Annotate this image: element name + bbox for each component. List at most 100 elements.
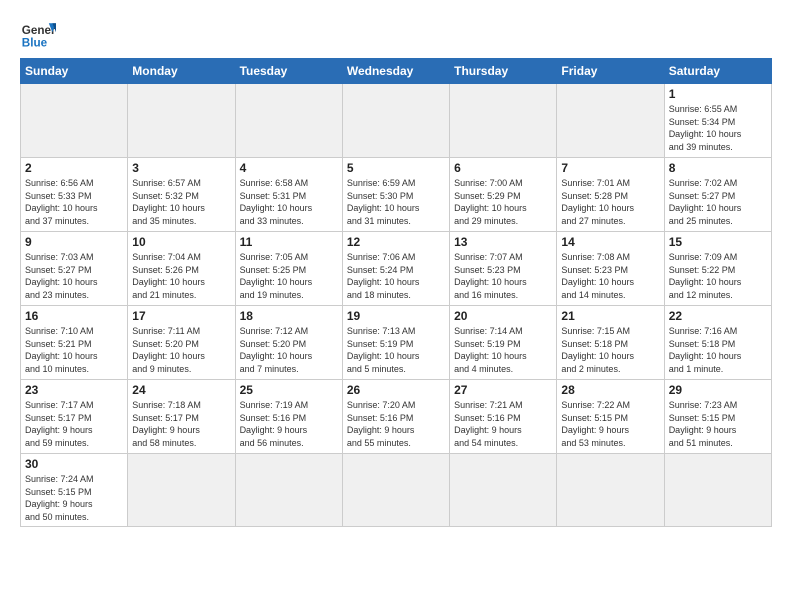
calendar-day-cell: 21Sunrise: 7:15 AM Sunset: 5:18 PM Dayli…	[557, 306, 664, 380]
day-info: Sunrise: 7:10 AM Sunset: 5:21 PM Dayligh…	[25, 325, 123, 375]
day-info: Sunrise: 7:03 AM Sunset: 5:27 PM Dayligh…	[25, 251, 123, 301]
calendar-day-cell: 28Sunrise: 7:22 AM Sunset: 5:15 PM Dayli…	[557, 380, 664, 454]
day-info: Sunrise: 7:09 AM Sunset: 5:22 PM Dayligh…	[669, 251, 767, 301]
day-info: Sunrise: 7:23 AM Sunset: 5:15 PM Dayligh…	[669, 399, 767, 449]
day-number: 19	[347, 309, 445, 323]
day-info: Sunrise: 7:07 AM Sunset: 5:23 PM Dayligh…	[454, 251, 552, 301]
calendar-day-cell: 6 Sunrise: 7:00 AM Sunset: 5:29 PM Daylig…	[450, 158, 557, 232]
calendar-week-row: 1 Sunrise: 6:55 AM Sunset: 5:34 PM Daylig…	[21, 84, 772, 158]
day-info: Sunrise: 7:19 AM Sunset: 5:16 PM Dayligh…	[240, 399, 338, 449]
weekday-header-row: SundayMondayTuesdayWednesdayThursdayFrid…	[21, 59, 772, 84]
calendar-week-row: 9 Sunrise: 7:03 AM Sunset: 5:27 PM Daylig…	[21, 232, 772, 306]
calendar-day-cell	[450, 454, 557, 527]
day-number: 13	[454, 235, 552, 249]
day-number: 2	[25, 161, 123, 175]
calendar-day-cell: 8Sunrise: 7:02 AM Sunset: 5:27 PM Daylig…	[664, 158, 771, 232]
calendar-day-cell: 25 Sunrise: 7:19 AM Sunset: 5:16 PM Dayli…	[235, 380, 342, 454]
calendar-day-cell	[557, 454, 664, 527]
day-info: Sunrise: 6:55 AM Sunset: 5:34 PM Dayligh…	[669, 103, 767, 153]
calendar-day-cell	[128, 454, 235, 527]
calendar-day-cell	[235, 454, 342, 527]
calendar-day-cell: 22 Sunrise: 7:16 AM Sunset: 5:18 PM Dayli…	[664, 306, 771, 380]
calendar-week-row: 30Sunrise: 7:24 AM Sunset: 5:15 PM Dayli…	[21, 454, 772, 527]
calendar-day-cell	[128, 84, 235, 158]
page: General Blue SundayMondayTuesdayWednesda…	[0, 0, 792, 537]
weekday-header-thursday: Thursday	[450, 59, 557, 84]
calendar-day-cell: 11Sunrise: 7:05 AM Sunset: 5:25 PM Dayli…	[235, 232, 342, 306]
weekday-header-sunday: Sunday	[21, 59, 128, 84]
weekday-header-tuesday: Tuesday	[235, 59, 342, 84]
weekday-header-wednesday: Wednesday	[342, 59, 449, 84]
calendar-day-cell: 24Sunrise: 7:18 AM Sunset: 5:17 PM Dayli…	[128, 380, 235, 454]
day-info: Sunrise: 7:00 AM Sunset: 5:29 PM Dayligh…	[454, 177, 552, 227]
weekday-header-friday: Friday	[557, 59, 664, 84]
day-number: 5	[347, 161, 445, 175]
weekday-header-monday: Monday	[128, 59, 235, 84]
day-info: Sunrise: 7:04 AM Sunset: 5:26 PM Dayligh…	[132, 251, 230, 301]
calendar-day-cell	[21, 84, 128, 158]
calendar-day-cell: 12 Sunrise: 7:06 AM Sunset: 5:24 PM Dayli…	[342, 232, 449, 306]
day-info: Sunrise: 7:05 AM Sunset: 5:25 PM Dayligh…	[240, 251, 338, 301]
day-number: 7	[561, 161, 659, 175]
day-info: Sunrise: 7:12 AM Sunset: 5:20 PM Dayligh…	[240, 325, 338, 375]
calendar-day-cell: 14 Sunrise: 7:08 AM Sunset: 5:23 PM Dayli…	[557, 232, 664, 306]
day-number: 9	[25, 235, 123, 249]
day-number: 20	[454, 309, 552, 323]
day-info: Sunrise: 7:01 AM Sunset: 5:28 PM Dayligh…	[561, 177, 659, 227]
calendar-day-cell: 18 Sunrise: 7:12 AM Sunset: 5:20 PM Dayli…	[235, 306, 342, 380]
calendar-day-cell: 29 Sunrise: 7:23 AM Sunset: 5:15 PM Dayli…	[664, 380, 771, 454]
day-number: 15	[669, 235, 767, 249]
calendar-day-cell	[664, 454, 771, 527]
day-number: 14	[561, 235, 659, 249]
calendar-day-cell: 23Sunrise: 7:17 AM Sunset: 5:17 PM Dayli…	[21, 380, 128, 454]
day-info: Sunrise: 7:21 AM Sunset: 5:16 PM Dayligh…	[454, 399, 552, 449]
day-number: 17	[132, 309, 230, 323]
day-number: 12	[347, 235, 445, 249]
day-info: Sunrise: 7:16 AM Sunset: 5:18 PM Dayligh…	[669, 325, 767, 375]
day-info: Sunrise: 7:18 AM Sunset: 5:17 PM Dayligh…	[132, 399, 230, 449]
day-info: Sunrise: 7:08 AM Sunset: 5:23 PM Dayligh…	[561, 251, 659, 301]
day-info: Sunrise: 6:59 AM Sunset: 5:30 PM Dayligh…	[347, 177, 445, 227]
header: General Blue	[20, 16, 772, 52]
calendar-day-cell: 3Sunrise: 6:57 AM Sunset: 5:32 PM Daylig…	[128, 158, 235, 232]
day-info: Sunrise: 7:06 AM Sunset: 5:24 PM Dayligh…	[347, 251, 445, 301]
calendar-day-cell: 10 Sunrise: 7:04 AM Sunset: 5:26 PM Dayli…	[128, 232, 235, 306]
day-info: Sunrise: 7:22 AM Sunset: 5:15 PM Dayligh…	[561, 399, 659, 449]
calendar-day-cell: 13 Sunrise: 7:07 AM Sunset: 5:23 PM Dayli…	[450, 232, 557, 306]
calendar-day-cell: 19 Sunrise: 7:13 AM Sunset: 5:19 PM Dayli…	[342, 306, 449, 380]
day-number: 25	[240, 383, 338, 397]
day-number: 26	[347, 383, 445, 397]
day-number: 18	[240, 309, 338, 323]
calendar-day-cell: 27 Sunrise: 7:21 AM Sunset: 5:16 PM Dayli…	[450, 380, 557, 454]
calendar-day-cell: 16Sunrise: 7:10 AM Sunset: 5:21 PM Dayli…	[21, 306, 128, 380]
logo: General Blue	[20, 16, 56, 52]
calendar-week-row: 2 Sunrise: 6:56 AM Sunset: 5:33 PM Daylig…	[21, 158, 772, 232]
calendar-day-cell: 9 Sunrise: 7:03 AM Sunset: 5:27 PM Daylig…	[21, 232, 128, 306]
calendar-day-cell: 7 Sunrise: 7:01 AM Sunset: 5:28 PM Daylig…	[557, 158, 664, 232]
calendar-day-cell	[235, 84, 342, 158]
calendar-day-cell: 15 Sunrise: 7:09 AM Sunset: 5:22 PM Dayli…	[664, 232, 771, 306]
svg-text:Blue: Blue	[22, 37, 48, 50]
day-number: 6	[454, 161, 552, 175]
day-info: Sunrise: 6:58 AM Sunset: 5:31 PM Dayligh…	[240, 177, 338, 227]
calendar-day-cell: 30Sunrise: 7:24 AM Sunset: 5:15 PM Dayli…	[21, 454, 128, 527]
day-number: 22	[669, 309, 767, 323]
day-number: 3	[132, 161, 230, 175]
day-number: 4	[240, 161, 338, 175]
day-number: 10	[132, 235, 230, 249]
generalblue-logo-icon: General Blue	[20, 16, 56, 52]
day-info: Sunrise: 6:56 AM Sunset: 5:33 PM Dayligh…	[25, 177, 123, 227]
day-number: 29	[669, 383, 767, 397]
weekday-header-saturday: Saturday	[664, 59, 771, 84]
calendar-table: SundayMondayTuesdayWednesdayThursdayFrid…	[20, 58, 772, 527]
calendar-week-row: 23Sunrise: 7:17 AM Sunset: 5:17 PM Dayli…	[21, 380, 772, 454]
day-number: 1	[669, 87, 767, 101]
calendar-day-cell	[342, 454, 449, 527]
day-number: 27	[454, 383, 552, 397]
calendar-day-cell: 17Sunrise: 7:11 AM Sunset: 5:20 PM Dayli…	[128, 306, 235, 380]
calendar-day-cell: 1 Sunrise: 6:55 AM Sunset: 5:34 PM Daylig…	[664, 84, 771, 158]
day-number: 23	[25, 383, 123, 397]
calendar-day-cell: 4 Sunrise: 6:58 AM Sunset: 5:31 PM Daylig…	[235, 158, 342, 232]
day-info: Sunrise: 7:13 AM Sunset: 5:19 PM Dayligh…	[347, 325, 445, 375]
calendar-week-row: 16Sunrise: 7:10 AM Sunset: 5:21 PM Dayli…	[21, 306, 772, 380]
